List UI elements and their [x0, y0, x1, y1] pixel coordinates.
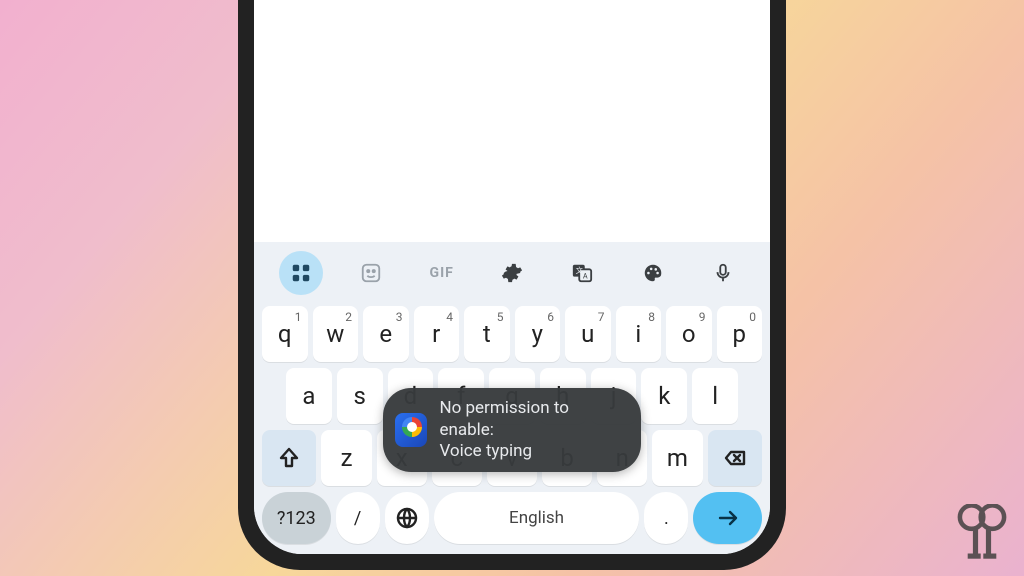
phone-frame: GIF文A q1w2e3r4t5y6u7i8o9p0 asdfghjkl zxc… — [238, 0, 786, 570]
key-i[interactable]: i8 — [616, 306, 662, 362]
spacebar[interactable]: English — [434, 492, 640, 544]
language-key[interactable] — [385, 492, 429, 544]
screen: GIF文A q1w2e3r4t5y6u7i8o9p0 asdfghjkl zxc… — [254, 0, 770, 554]
key-hint: 2 — [345, 310, 352, 324]
settings-icon[interactable] — [490, 251, 534, 295]
shift-key[interactable] — [262, 430, 316, 486]
toast-line-2: Voice typing — [439, 441, 619, 462]
enter-key[interactable] — [693, 492, 762, 544]
apps-icon[interactable] — [279, 251, 323, 295]
key-z[interactable]: z — [321, 430, 371, 486]
gif-icon[interactable]: GIF — [420, 251, 464, 295]
key-o[interactable]: o9 — [666, 306, 712, 362]
key-l[interactable]: l — [692, 368, 738, 424]
gif-label: GIF — [430, 265, 454, 281]
slash-key[interactable]: / — [336, 492, 380, 544]
key-hint: 6 — [547, 310, 554, 324]
gboard-app-icon — [395, 413, 427, 447]
key-hint: 9 — [699, 310, 706, 324]
key-hint: 4 — [446, 310, 453, 324]
theme-icon[interactable] — [631, 251, 675, 295]
key-w[interactable]: w2 — [313, 306, 359, 362]
key-m[interactable]: m — [652, 430, 702, 486]
key-hint: 8 — [648, 310, 655, 324]
key-e[interactable]: e3 — [363, 306, 409, 362]
translate-icon[interactable]: 文A — [560, 251, 604, 295]
key-hint: 0 — [749, 310, 756, 324]
svg-text:A: A — [583, 272, 588, 281]
key-q[interactable]: q1 — [262, 306, 308, 362]
key-hint: 5 — [497, 310, 504, 324]
key-s[interactable]: s — [337, 368, 383, 424]
key-a[interactable]: a — [286, 368, 332, 424]
key-k[interactable]: k — [641, 368, 687, 424]
toast-line-1: No permission to enable: — [439, 398, 619, 441]
toast-notification: No permission to enable: Voice typing — [383, 388, 641, 472]
symbols-key[interactable]: ?123 — [262, 492, 331, 544]
key-u[interactable]: u7 — [565, 306, 611, 362]
period-key[interactable]: . — [644, 492, 688, 544]
text-input-area[interactable] — [254, 0, 770, 242]
key-y[interactable]: y6 — [515, 306, 561, 362]
sticker-icon[interactable] — [349, 251, 393, 295]
key-r[interactable]: r4 — [414, 306, 460, 362]
backspace-key[interactable] — [708, 430, 762, 486]
key-row-1: q1w2e3r4t5y6u7i8o9p0 — [262, 306, 762, 362]
key-row-bottom: ?123 / English . — [262, 492, 762, 544]
watermark-logo — [956, 504, 1008, 568]
key-hint: 7 — [598, 310, 605, 324]
toast-text: No permission to enable: Voice typing — [439, 398, 619, 462]
key-hint: 3 — [396, 310, 403, 324]
voice-icon[interactable] — [701, 251, 745, 295]
key-hint: 1 — [295, 310, 302, 324]
keyboard-toolbar: GIF 文A — [262, 242, 762, 300]
key-t[interactable]: t5 — [464, 306, 510, 362]
key-p[interactable]: p0 — [717, 306, 763, 362]
